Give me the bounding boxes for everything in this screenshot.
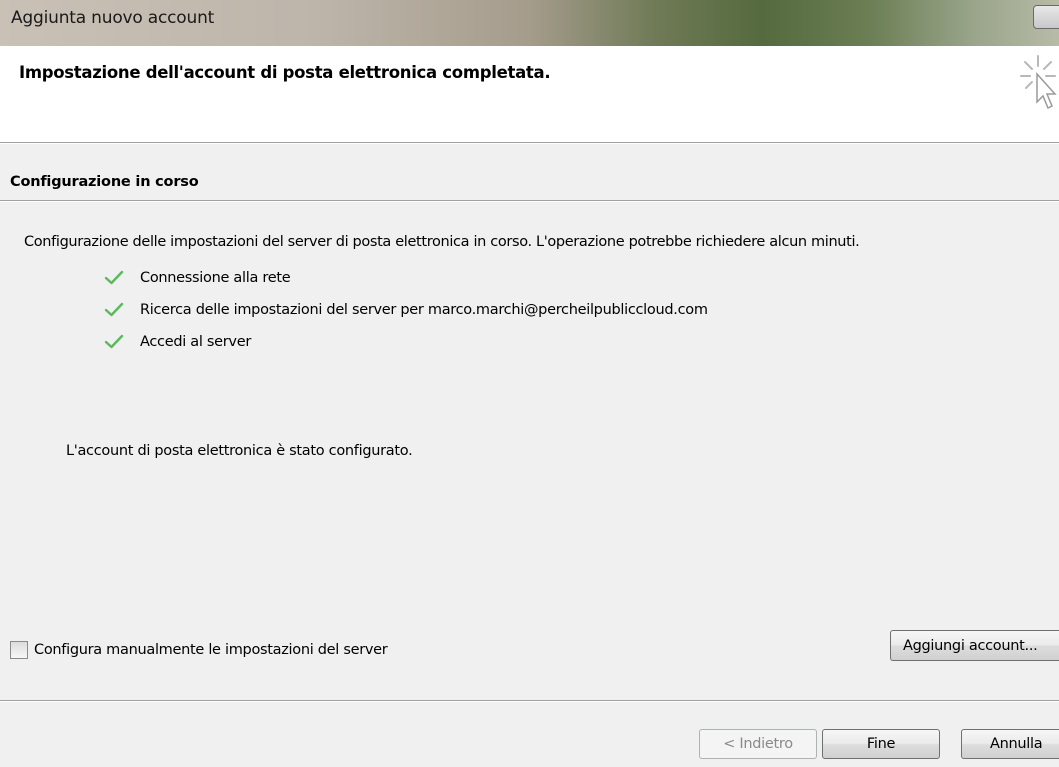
section-title: Configurazione in corso bbox=[10, 174, 199, 190]
step-label: Connessione alla rete bbox=[140, 270, 291, 286]
manual-config-checkbox[interactable] bbox=[10, 641, 28, 659]
wizard-cursor-icon bbox=[1020, 55, 1057, 110]
add-account-button[interactable]: Aggiungi account... bbox=[890, 630, 1059, 661]
manual-config-label[interactable]: Configura manualmente le impostazioni de… bbox=[34, 642, 388, 658]
step-label: Accedi al server bbox=[140, 334, 251, 350]
close-button[interactable] bbox=[1033, 5, 1059, 29]
step-label: Ricerca delle impostazioni del server pe… bbox=[140, 302, 708, 318]
checkmark-icon bbox=[104, 334, 124, 349]
checkmark-icon bbox=[104, 302, 124, 317]
intro-text: Configurazione delle impostazioni del se… bbox=[24, 234, 860, 250]
step-item: Accedi al server bbox=[104, 331, 251, 353]
finish-button[interactable]: Fine bbox=[822, 729, 940, 759]
section-separator bbox=[0, 200, 1059, 202]
result-message: L'account di posta elettronica è stato c… bbox=[66, 443, 413, 459]
add-account-dialog: Aggiunta nuovo account Impostazione dell… bbox=[0, 0, 1059, 767]
footer-separator bbox=[0, 700, 1059, 702]
header-separator bbox=[0, 142, 1059, 144]
window-title: Aggiunta nuovo account bbox=[11, 8, 215, 28]
back-button[interactable]: < Indietro bbox=[699, 729, 817, 759]
wizard-header: Impostazione dell'account di posta elett… bbox=[0, 46, 1059, 142]
manual-config-option[interactable]: Configura manualmente le impostazioni de… bbox=[10, 641, 388, 659]
header-title: Impostazione dell'account di posta elett… bbox=[19, 63, 551, 82]
step-item: Ricerca delle impostazioni del server pe… bbox=[104, 299, 708, 321]
step-item: Connessione alla rete bbox=[104, 267, 291, 289]
checkmark-icon bbox=[104, 270, 124, 285]
cancel-button[interactable]: Annulla bbox=[961, 729, 1059, 759]
title-bar[interactable]: Aggiunta nuovo account bbox=[0, 0, 1059, 46]
